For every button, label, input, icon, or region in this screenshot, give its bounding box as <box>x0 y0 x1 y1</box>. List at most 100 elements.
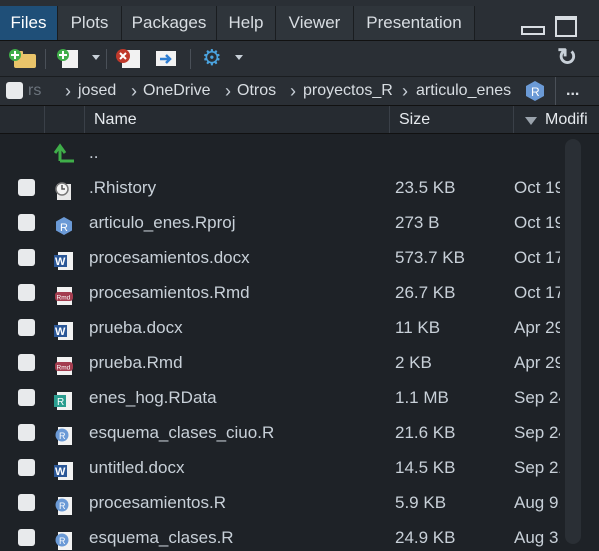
file-modified: Oct 17, 2 <box>514 248 560 267</box>
parent-directory-link[interactable]: .. <box>89 135 98 170</box>
file-size: 5.9 KB <box>395 493 447 512</box>
svg-text:R: R <box>57 397 64 408</box>
file-checkbox[interactable] <box>18 284 35 301</box>
r-script-icon: R <box>54 528 74 550</box>
tab-plots[interactable]: Plots <box>58 6 122 40</box>
tab-help[interactable]: Help <box>217 6 276 40</box>
file-name-link[interactable]: esquema_clases_ciuo.R <box>89 415 274 450</box>
minimize-icon[interactable] <box>520 26 545 35</box>
file-name-link[interactable]: prueba.docx <box>89 310 183 345</box>
file-name-link[interactable]: enes_hog.RData <box>89 380 217 415</box>
file-name-link[interactable]: .Rhistory <box>89 170 156 205</box>
file-checkbox[interactable] <box>18 319 35 336</box>
file-checkbox[interactable] <box>18 249 35 266</box>
header-modified-label: Modifi <box>545 111 588 128</box>
tab-presentation[interactable]: Presentation <box>354 6 475 40</box>
file-row[interactable]: Wprocesamientos.docx 573.7 KB Oct 17, 2 <box>0 240 560 275</box>
file-row[interactable]: Wprueba.docx 11 KB Apr 29, 2 <box>0 310 560 345</box>
rdata-icon: R <box>54 388 74 410</box>
file-name-link[interactable]: procesamientos.docx <box>89 240 250 275</box>
file-name-link[interactable]: articulo_enes.Rproj <box>89 205 235 240</box>
breadcrumb-item[interactable]: articulo_enes <box>416 77 511 105</box>
breadcrumb-item[interactable]: josed <box>78 77 116 105</box>
file-size: 573.7 KB <box>395 248 465 267</box>
tab-packages[interactable]: Packages <box>122 6 217 40</box>
rproject-icon[interactable]: R <box>524 80 546 102</box>
file-modified: Sep 24, 2 <box>514 423 560 442</box>
svg-text:R: R <box>59 431 66 441</box>
rmd-icon: Rmd <box>54 283 74 305</box>
svg-text:W: W <box>55 466 66 478</box>
file-size: 21.6 KB <box>395 423 456 442</box>
file-name-link[interactable]: esquema_clases.R <box>89 520 234 551</box>
header-size[interactable]: Size <box>389 106 514 133</box>
breadcrumb-item[interactable]: OneDrive <box>143 77 211 105</box>
file-checkbox[interactable] <box>18 179 35 196</box>
chevron-right-icon: › <box>65 81 71 101</box>
file-list-header: Name Size Modifi <box>0 106 599 134</box>
file-row[interactable]: Rmd prueba.Rmd 2 KB Apr 29, 2 <box>0 345 560 380</box>
new-folder-icon[interactable] <box>8 46 38 70</box>
file-row[interactable]: Resquema_clases.R 24.9 KB Aug 3, 20 <box>0 520 560 551</box>
file-checkbox[interactable] <box>18 424 35 441</box>
file-name-link[interactable]: procesamientos.R <box>89 485 226 520</box>
file-row[interactable]: .Rhistory 23.5 KB Oct 19, 2 <box>0 170 560 205</box>
pane-tab-bar: Files Plots Packages Help Viewer Present… <box>0 0 599 41</box>
word-icon: W <box>54 318 74 340</box>
file-modified: Oct 19, 2 <box>514 213 560 232</box>
more-button[interactable]: ... <box>566 77 579 105</box>
file-modified: Oct 19, 2 <box>514 178 560 197</box>
rename-icon[interactable] <box>152 46 180 70</box>
file-list: .. .Rhistory23.5 KBOct 19, 2 Rarticulo_en… <box>0 134 599 551</box>
svg-text:Rmd: Rmd <box>57 365 71 372</box>
file-row[interactable]: Rmd procesamientos.Rmd 26.7 KB Oct 17, 2 <box>0 275 560 310</box>
tab-files[interactable]: Files <box>0 6 58 40</box>
svg-text:Rmd: Rmd <box>57 295 71 302</box>
refresh-icon[interactable]: ↻ <box>557 46 581 70</box>
breadcrumb-item[interactable]: Otros <box>237 77 276 105</box>
vertical-scrollbar[interactable] <box>565 139 581 544</box>
chevron-right-icon: › <box>290 81 296 101</box>
file-checkbox[interactable] <box>18 354 35 371</box>
new-file-icon[interactable] <box>54 46 82 70</box>
toolbar-divider <box>555 77 556 105</box>
maximize-icon[interactable] <box>555 16 577 37</box>
chevron-right-icon: › <box>402 81 408 101</box>
chevron-down-icon[interactable] <box>235 55 243 60</box>
tab-viewer[interactable]: Viewer <box>276 6 354 40</box>
delete-icon[interactable] <box>114 46 142 70</box>
file-checkbox[interactable] <box>18 214 35 231</box>
file-name-link[interactable]: procesamientos.Rmd <box>89 275 250 310</box>
file-row[interactable]: Resquema_clases_ciuo.R 21.6 KB Sep 24, 2 <box>0 415 560 450</box>
history-icon <box>54 178 74 200</box>
file-row[interactable]: Wuntitled.docx 14.5 KB Sep 21, 2 <box>0 450 560 485</box>
files-toolbar: ⚙ ↻ <box>0 41 599 77</box>
breadcrumb-item[interactable]: proyectos_R <box>303 77 393 105</box>
gear-icon[interactable]: ⚙ <box>202 46 226 70</box>
file-name-link[interactable]: untitled.docx <box>89 450 184 485</box>
file-row[interactable]: Rarticulo_enes.Rproj 273 B Oct 19, 2 <box>0 205 560 240</box>
file-checkbox[interactable] <box>18 529 35 546</box>
chevron-down-icon[interactable] <box>92 55 100 60</box>
file-modified: Sep 21, 2 <box>514 458 560 477</box>
select-all-checkbox[interactable] <box>6 82 23 99</box>
file-modified: Apr 29, 2 <box>514 318 560 337</box>
file-modified: Oct 17, 2 <box>514 283 560 302</box>
svg-text:W: W <box>55 256 66 268</box>
file-name-link[interactable]: prueba.Rmd <box>89 345 183 380</box>
rmd-icon: Rmd <box>54 353 74 375</box>
header-modified[interactable]: Modifi <box>513 106 599 133</box>
file-checkbox[interactable] <box>18 494 35 511</box>
file-modified: Apr 29, 2 <box>514 353 560 372</box>
header-name[interactable]: Name <box>84 106 390 133</box>
svg-text:W: W <box>55 326 66 338</box>
file-modified: Aug 3, 20 <box>514 528 560 547</box>
file-checkbox[interactable] <box>18 459 35 476</box>
file-checkbox[interactable] <box>18 389 35 406</box>
svg-text:R: R <box>59 536 66 546</box>
parent-directory-row[interactable]: .. <box>0 135 560 170</box>
file-row[interactable]: Renes_hog.RData 1.1 MB Sep 24, 2 <box>0 380 560 415</box>
breadcrumb-item[interactable]: rs <box>28 77 41 105</box>
file-size: 273 B <box>395 213 440 232</box>
file-row[interactable]: Rprocesamientos.R 5.9 KB Aug 9, 20 <box>0 485 560 520</box>
